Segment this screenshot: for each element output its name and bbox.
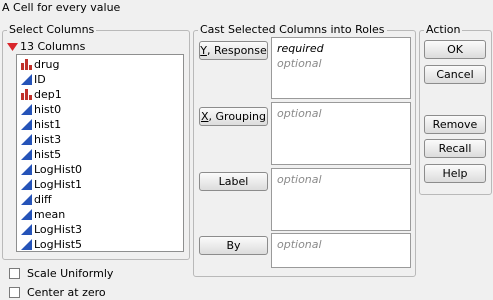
y-mnemonic: Y [200, 44, 207, 57]
x-optional-text: optional [277, 107, 322, 120]
column-name: hist0 [34, 103, 62, 116]
label-button[interactable]: Label [199, 172, 268, 191]
continuous-triangle-icon [21, 149, 32, 160]
continuous-triangle-icon [21, 224, 32, 235]
continuous-triangle-icon [21, 164, 32, 175]
by-role-box[interactable]: optional [271, 233, 411, 268]
y-response-role-box[interactable]: required optional [271, 37, 411, 99]
help-button[interactable]: Help [424, 164, 486, 183]
scale-uniformly-checkbox[interactable] [9, 268, 20, 279]
label-role-box[interactable]: optional [271, 168, 411, 231]
roles-legend: Cast Selected Columns into Roles [198, 23, 387, 36]
x-grouping-label: , Grouping [208, 110, 267, 123]
continuous-triangle-icon [21, 104, 32, 115]
column-name: LogHist0 [34, 163, 83, 176]
select-columns-legend: Select Columns [7, 23, 97, 36]
y-response-button[interactable]: Y, Response [199, 41, 268, 60]
x-grouping-role-box[interactable]: optional [271, 102, 411, 165]
column-name: drug [34, 58, 60, 71]
ok-button[interactable]: OK [424, 40, 486, 59]
x-mnemonic: X [200, 110, 209, 123]
continuous-triangle-icon [21, 134, 32, 145]
nominal-bars-icon [21, 89, 32, 100]
x-grouping-button[interactable]: X, Grouping [199, 107, 268, 126]
y-response-label: , Response [206, 44, 267, 57]
label-optional-text: optional [277, 173, 322, 186]
y-optional-text: optional [277, 57, 322, 70]
continuous-triangle-icon [21, 179, 32, 190]
continuous-triangle-icon [21, 239, 32, 250]
column-name: ID [34, 73, 46, 86]
column-name: LogHist1 [34, 178, 83, 191]
scale-uniformly-label: Scale Uniformly [27, 267, 114, 280]
center-at-zero-checkbox[interactable] [9, 287, 20, 298]
nominal-bars-icon [21, 59, 32, 70]
action-legend: Action [424, 23, 463, 36]
column-list[interactable]: drug ID dep1 hist0 hist1 hist3 hist5 LogHist0 Lo… [16, 54, 184, 252]
column-name: LogHist3 [34, 223, 83, 236]
cancel-button[interactable]: Cancel [424, 65, 486, 84]
column-name: hist1 [34, 118, 62, 131]
continuous-triangle-icon [21, 119, 32, 130]
column-name: LogHist5 [34, 238, 83, 251]
column-name: dep1 [34, 88, 62, 101]
disclosure-triangle-icon[interactable] [7, 43, 18, 51]
column-name: mean [34, 208, 66, 221]
column-name: diff [34, 193, 52, 206]
by-optional-text: optional [277, 238, 322, 251]
y-required-text: required [277, 42, 324, 55]
continuous-triangle-icon [21, 209, 32, 220]
center-at-zero-label: Center at zero [27, 286, 106, 299]
by-button[interactable]: By [199, 236, 268, 255]
column-name: hist3 [34, 133, 62, 146]
column-name: hist5 [34, 148, 62, 161]
continuous-triangle-icon [21, 194, 32, 205]
window-title: A Cell for every value [2, 1, 121, 14]
remove-button[interactable]: Remove [424, 115, 486, 134]
columns-count-label: 13 Columns [20, 40, 86, 53]
continuous-triangle-icon [21, 74, 32, 85]
recall-button[interactable]: Recall [424, 139, 486, 158]
